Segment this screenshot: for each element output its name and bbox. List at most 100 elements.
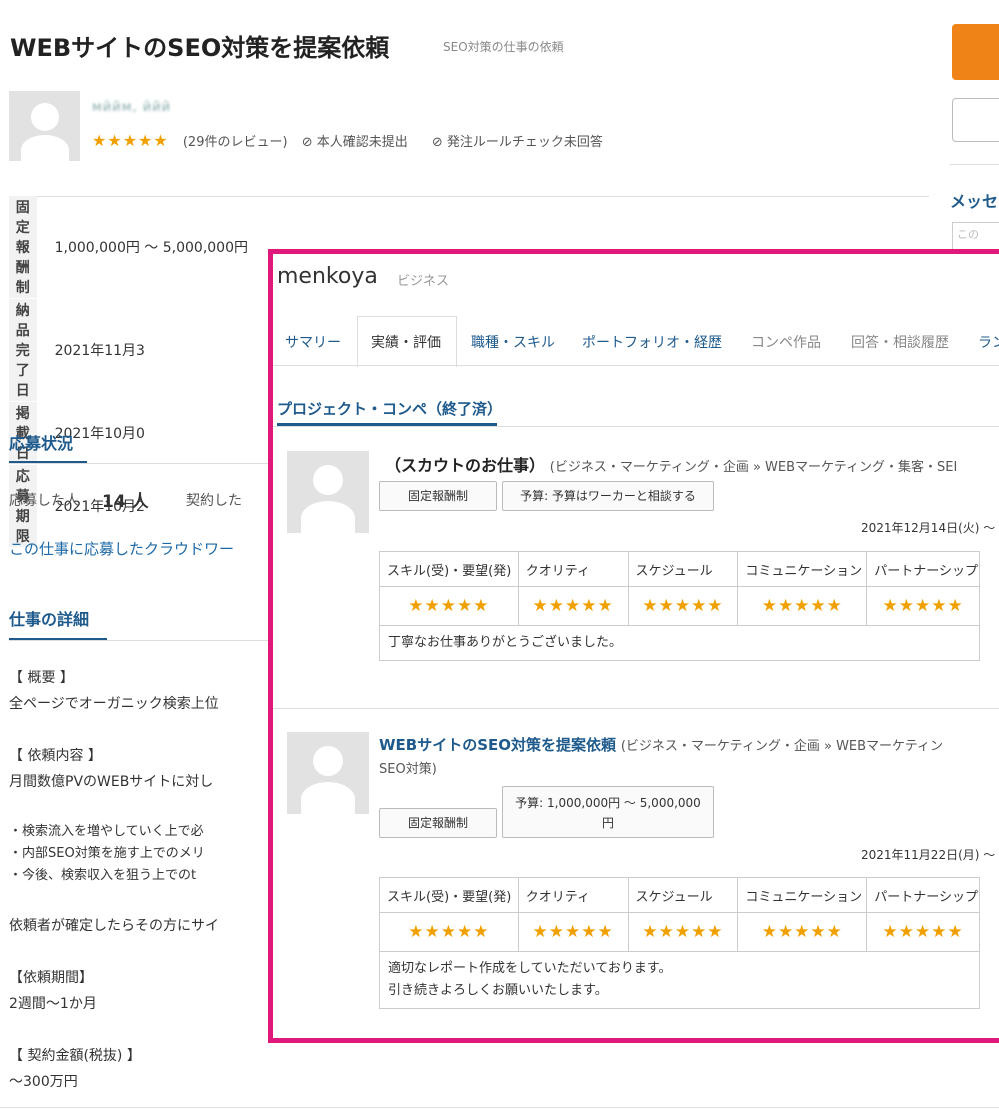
budget-chip: 予算: 予算はワーカーと相談する: [502, 481, 714, 511]
job-title-link[interactable]: WEBサイトのSEO対策を提案依頼: [379, 736, 616, 754]
tab-competitions[interactable]: コンペ作品: [751, 332, 821, 352]
details-line: [9, 939, 267, 965]
rating-comment: 丁寧なお仕事ありがとうございました。: [379, 625, 980, 661]
info-label: 納品完了日: [9, 298, 37, 402]
tab-skills[interactable]: 職種・スキル: [471, 332, 555, 352]
job-date: 2021年12月14日(火) 〜: [861, 521, 996, 535]
details-line: [9, 795, 267, 821]
rating-stars: ★★★★★: [517, 586, 629, 626]
details-line: 【 依頼内容 】: [9, 748, 102, 764]
info-row: 納品完了日 2021年11月3: [9, 298, 249, 402]
contracted-label: 契約した: [186, 493, 242, 509]
message-placeholder: この: [957, 228, 979, 241]
tab-divider: [273, 365, 999, 366]
rating-comment-row: 丁寧なお仕事ありがとうございました。: [379, 625, 980, 661]
review-count[interactable]: (29件のレビュー): [183, 135, 288, 150]
details-line: 【 概要 】: [9, 670, 74, 686]
applied-count: 14 人: [102, 492, 149, 512]
profile-overlay: menkoya ビジネス サマリー 実績・評価 職種・スキル ポートフォリオ・経…: [268, 249, 999, 1043]
tab-results[interactable]: 実績・評価: [371, 332, 441, 352]
details-line: ・検索流入を増やしていく上で必: [9, 824, 204, 839]
rating-header: コミュニケーション: [737, 877, 868, 913]
rating-header: スキル(受)・要望(発): [379, 551, 519, 587]
details-line: 〜300万円: [9, 1074, 78, 1090]
apply-button[interactable]: [952, 24, 999, 80]
rating-stars: ★★★★★: [379, 586, 519, 626]
details-line: 2週間〜1か月: [9, 996, 97, 1012]
brand-name[interactable]: menkoya: [277, 264, 378, 289]
client-meta: ★★★★★ (29件のレビュー) ⊘ 本人確認未提出 ⊘ 発注ルールチェック未回…: [92, 131, 623, 150]
contract-type-chip: 固定報酬制: [379, 481, 497, 511]
applicants-link[interactable]: この仕事に応募したクラウドワー: [9, 538, 234, 559]
job-date: 2021年11月22日(月) 〜: [861, 848, 996, 862]
rating-stars: ★★★★★: [379, 912, 519, 952]
tab-answers[interactable]: 回答・相談履歴: [851, 332, 949, 352]
status-divider: [9, 463, 269, 464]
rating-header-row: スキル(受)・要望(発) クオリティ スケジュール コミュニケーション パートナ…: [379, 551, 980, 587]
rating-stars: ★★★★★: [627, 586, 739, 626]
section-title: プロジェクト・コンペ（終了済）: [277, 400, 503, 418]
client-name[interactable]: мӣӣм, ӣӣӣ: [92, 100, 171, 115]
details-body: 【 概要 】 全ページでオーガニック検索上位 【 依頼内容 】 月間数億PVのW…: [9, 665, 267, 1095]
bookmark-button[interactable]: [952, 98, 999, 142]
rating-stars: ★★★★★: [866, 912, 980, 952]
message-heading: メッセ: [950, 192, 999, 211]
status-title: 応募状況: [9, 434, 74, 453]
rating-header: スケジュール: [627, 551, 739, 587]
details-divider: [9, 640, 269, 641]
budget-chip-line: 予算: 1,000,000円 〜 5,000,000: [515, 796, 701, 810]
avatar-head-icon: [313, 465, 343, 495]
job-separator: [273, 708, 999, 709]
job-title-text: （スカウトのお仕事）: [385, 456, 546, 475]
rating-stars-row: ★★★★★ ★★★★★ ★★★★★ ★★★★★ ★★★★★: [379, 912, 980, 952]
right-divider: [950, 164, 999, 165]
details-line: 依頼者が確定したらその方にサイ: [9, 918, 219, 934]
tab-ranking[interactable]: ラン: [978, 332, 999, 352]
job-title-1: （スカウトのお仕事） (ビジネス・マーケティング・企画 » WEBマーケティング…: [385, 452, 957, 476]
budget-chip: 予算: 1,000,000円 〜 5,000,000 円: [502, 786, 714, 838]
rating-stars: ★★★★★: [737, 912, 868, 952]
contract-type-chip: 固定報酬制: [379, 808, 497, 838]
rating-stars: ★★★★★: [517, 912, 629, 952]
job-title-2: WEBサイトのSEO対策を提案依頼 (ビジネス・マーケティング・企画 » WEB…: [379, 734, 943, 755]
rating-header: クオリティ: [517, 877, 629, 913]
info-value: 2021年11月3: [54, 343, 145, 359]
job-category: (ビジネス・マーケティング・企画 » WEBマーケティング・集客・SEI: [549, 460, 958, 475]
rating-header: クオリティ: [517, 551, 629, 587]
avatar-head-icon: [313, 746, 343, 776]
details-line: [9, 887, 267, 913]
job-client-avatar[interactable]: [287, 451, 369, 533]
budget-chip-line: 円: [601, 816, 614, 830]
rating-header-row: スキル(受)・要望(発) クオリティ スケジュール コミュニケーション パートナ…: [379, 877, 980, 913]
comment-line: 引き続きよろしくお願いいたします。: [388, 983, 608, 998]
rating-table: スキル(受)・要望(発) クオリティ スケジュール コミュニケーション パートナ…: [379, 877, 980, 1009]
tab-portfolio[interactable]: ポートフォリオ・経歴: [582, 332, 722, 352]
section-divider: [273, 426, 999, 427]
tab-summary[interactable]: サマリー: [285, 332, 341, 352]
job-category-continued: SEO対策): [379, 762, 437, 777]
avatar-body-icon: [301, 501, 355, 533]
comment-line: 適切なレポート作成をしていただいております。: [388, 961, 672, 976]
details-line: 月間数億PVのWEBサイトに対し: [9, 774, 214, 790]
identity-status: ⊘ 本人確認未提出: [301, 135, 408, 150]
applied-label: 応募した人: [9, 493, 79, 509]
rating-table: スキル(受)・要望(発) クオリティ スケジュール コミュニケーション パートナ…: [379, 551, 980, 661]
rating-stars: ★★★★★: [737, 586, 868, 626]
avatar-body-icon: [21, 135, 69, 161]
details-line: [9, 717, 267, 743]
details-line: 【 契約金額(税抜) 】: [9, 1048, 141, 1064]
avatar-body-icon: [301, 782, 355, 814]
rating-stars: ★★★★★: [866, 586, 980, 626]
rating-header: パートナーシップ: [866, 877, 980, 913]
job-category: (ビジネス・マーケティング・企画 » WEBマーケティン: [620, 739, 944, 754]
info-value: 1,000,000円 〜 5,000,000円: [54, 240, 248, 257]
rating-header: スケジュール: [627, 877, 739, 913]
details-line: 【依頼期間】: [9, 970, 93, 986]
bottom-divider: [0, 1107, 999, 1108]
identity-status-label: 本人確認未提出: [316, 135, 408, 150]
rating-header: コミュニケーション: [737, 551, 868, 587]
job-client-avatar[interactable]: [287, 732, 369, 814]
brand-category: ビジネス: [397, 274, 450, 289]
page-subtitle[interactable]: SEO対策の仕事の依頼: [443, 38, 564, 55]
client-avatar[interactable]: [9, 91, 80, 161]
